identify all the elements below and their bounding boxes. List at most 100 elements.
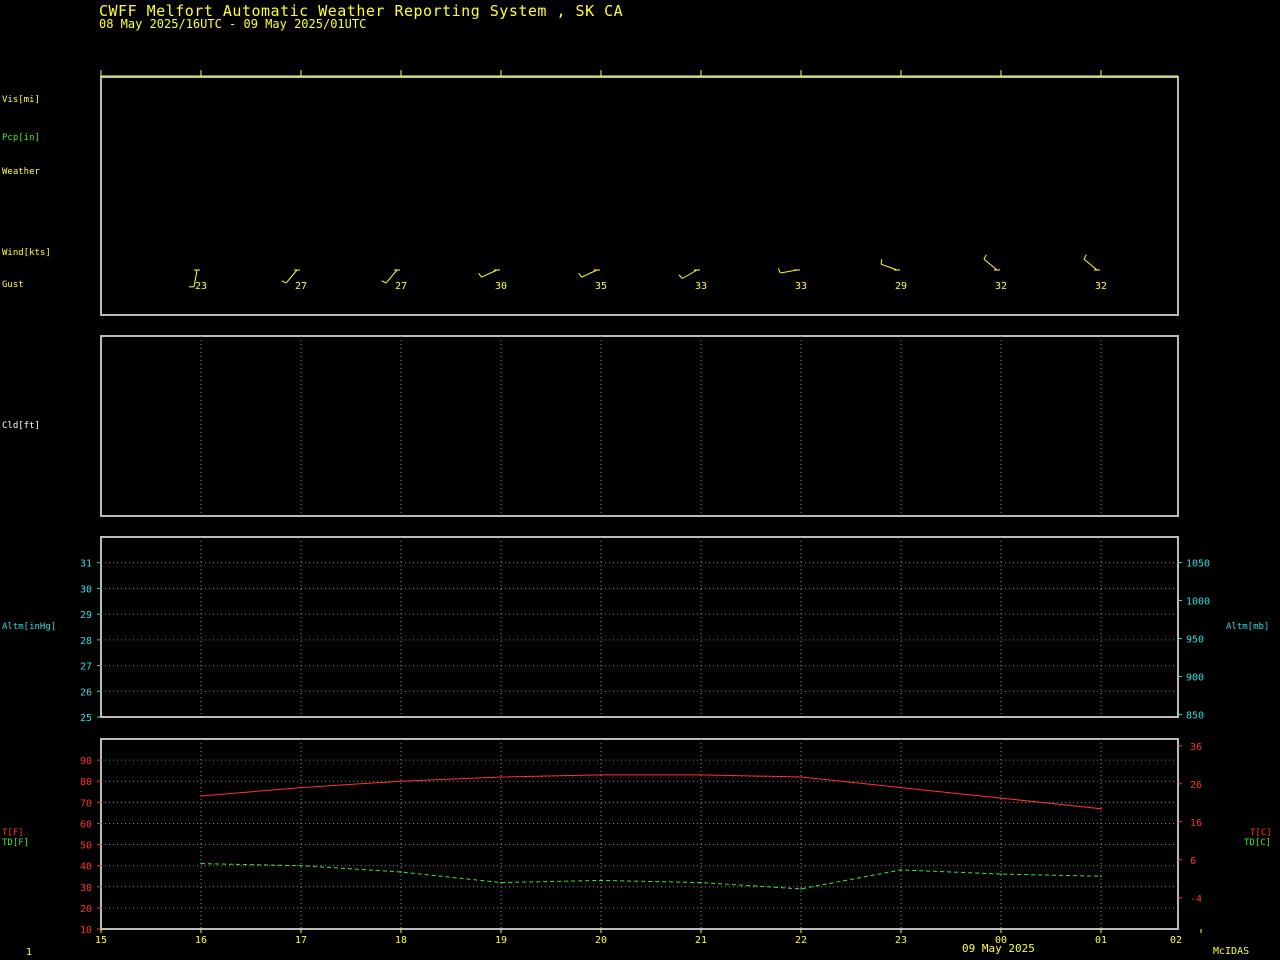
altm-left-label-27: 27 <box>80 662 92 673</box>
gust-values: 23 27 27 30 35 33 33 29 32 32 <box>195 281 1107 292</box>
wind-label: Wind[kts] <box>2 248 51 258</box>
point-t-00 <box>1000 797 1002 799</box>
point-td-20 <box>600 879 602 882</box>
gust-value-18: 27 <box>395 281 407 292</box>
point-t-23 <box>900 786 902 789</box>
temp-left-label-90: 90 <box>80 756 92 767</box>
panel-surface-obs <box>100 76 1179 316</box>
td-c-label: TD[C] <box>1244 838 1272 848</box>
x-axis-label-22: 22 <box>795 935 807 946</box>
y-axes: 25 26 27 28 29 30 31 850 900 950 1000 1050 10 20 30 40 5… <box>80 559 1210 936</box>
point-t-18 <box>400 780 402 783</box>
wind-barb-staff-21 <box>682 269 698 279</box>
temp-left-label-60: 60 <box>80 819 92 830</box>
wind-barb-flag-17 <box>281 280 287 284</box>
wind-barb-staff-19 <box>481 269 498 278</box>
wind-barb-staff-00 <box>983 258 998 271</box>
altm-left-label-28: 28 <box>80 636 92 647</box>
weather-label: Weather <box>2 167 40 177</box>
x-axis-label-20: 20 <box>595 935 607 946</box>
x-axis-label-15: 15 <box>95 935 107 946</box>
point-t-22 <box>800 776 802 778</box>
x-axis-label-23: 23 <box>895 935 907 946</box>
gust-value-17: 27 <box>295 281 307 292</box>
panel-altimeter <box>100 536 1179 718</box>
point-td-21 <box>700 881 702 884</box>
x-axis-label-16: 16 <box>195 935 207 946</box>
panel-temperature <box>100 738 1179 930</box>
temp-left-label-20: 20 <box>80 904 92 915</box>
pcp-label: Pcp[in] <box>2 133 40 143</box>
altm-left-label-26: 26 <box>80 687 92 698</box>
x-axis-label-01: 01 <box>1095 935 1107 946</box>
vis-label: Vis[mi] <box>2 95 40 105</box>
x-axis-label-21: 21 <box>695 935 707 946</box>
point-t-21 <box>700 774 702 776</box>
panel-cloud <box>100 335 1179 517</box>
point-td-00 <box>1000 873 1002 875</box>
x-axis-label-18: 18 <box>395 935 407 946</box>
altm-right-label-900: 900 <box>1186 672 1204 683</box>
point-t-17 <box>300 786 302 789</box>
wind-barb-flag-19 <box>478 272 482 278</box>
wind-barb-flag-01 <box>1083 254 1087 260</box>
series-t-f-line <box>200 774 1102 810</box>
wind-barb-staff-23 <box>880 263 898 271</box>
gust-value-22: 33 <box>795 281 807 292</box>
wind-barb-flag-21 <box>678 274 683 279</box>
point-td-19 <box>500 881 502 884</box>
point-td-17 <box>300 864 302 867</box>
temp-right-label-26: 26 <box>1190 780 1202 791</box>
point-td-23 <box>900 869 902 871</box>
altm-left-label-31: 31 <box>80 559 92 570</box>
series-td-f-line <box>200 863 1102 890</box>
top-time-axis <box>100 70 1178 77</box>
gust-value-16: 23 <box>195 281 207 292</box>
temp-right-label-6: 6 <box>1190 856 1196 867</box>
wind-barb-staff-01 <box>1083 258 1098 271</box>
x-axis-ticks: 15 16 17 18 19 20 21 22 23 00 01 02 <box>95 929 1202 946</box>
temp-right-label-16: 16 <box>1190 818 1202 829</box>
altm-right-label-850: 850 <box>1186 710 1204 721</box>
wind-barb-staff-20 <box>581 269 598 278</box>
temp-left-label-40: 40 <box>80 862 92 873</box>
temp-left-label-30: 30 <box>80 883 92 894</box>
altm-right-label-1000: 1000 <box>1186 597 1210 608</box>
wind-barb-flag-22 <box>777 268 781 274</box>
gust-value-21: 33 <box>695 281 707 292</box>
altm-right-label-1050: 1050 <box>1186 559 1210 570</box>
temp-left-label-50: 50 <box>80 841 92 852</box>
altm-left-label-30: 30 <box>80 584 92 595</box>
point-t-20 <box>600 774 602 776</box>
gust-value-19: 30 <box>495 281 507 292</box>
altm-inhg-label: Altm[inHg] <box>2 622 57 632</box>
t-c-label: T[C] <box>1250 828 1272 838</box>
t-f-label: T[F] <box>2 828 24 838</box>
point-td-16 <box>200 862 202 865</box>
td-f-label: TD[F] <box>2 838 30 848</box>
altm-left-label-29: 29 <box>80 610 92 621</box>
point-t-16 <box>200 795 202 797</box>
point-t-01 <box>1100 807 1102 810</box>
temperature-series <box>200 774 1102 890</box>
grid-lines <box>101 336 1178 929</box>
x-axis-label-17: 17 <box>295 935 307 946</box>
x-axis-label-02: 02 <box>1170 935 1182 946</box>
point-td-22 <box>800 888 802 890</box>
x-axis-label-19: 19 <box>495 935 507 946</box>
gust-value-01: 32 <box>1095 281 1107 292</box>
cld-label: Cld[ft] <box>2 421 40 431</box>
temp-left-label-10: 10 <box>80 925 92 936</box>
temp-right-label--4: -4 <box>1190 894 1202 905</box>
wind-barb-flag-23 <box>880 259 883 265</box>
footer-date: 09 May 2025 <box>962 942 1035 955</box>
wind-barb-flag-00 <box>983 254 987 260</box>
point-t-19 <box>500 776 502 778</box>
gust-value-00: 32 <box>995 281 1007 292</box>
wind-barbs <box>189 254 1100 288</box>
wind-barb-flag-18 <box>381 280 387 284</box>
temp-right-label-36: 36 <box>1190 742 1202 753</box>
altm-mb-label: Altm[mb] <box>1226 622 1270 632</box>
footer-brand: McIDAS <box>1213 946 1250 957</box>
gust-value-23: 29 <box>895 281 907 292</box>
